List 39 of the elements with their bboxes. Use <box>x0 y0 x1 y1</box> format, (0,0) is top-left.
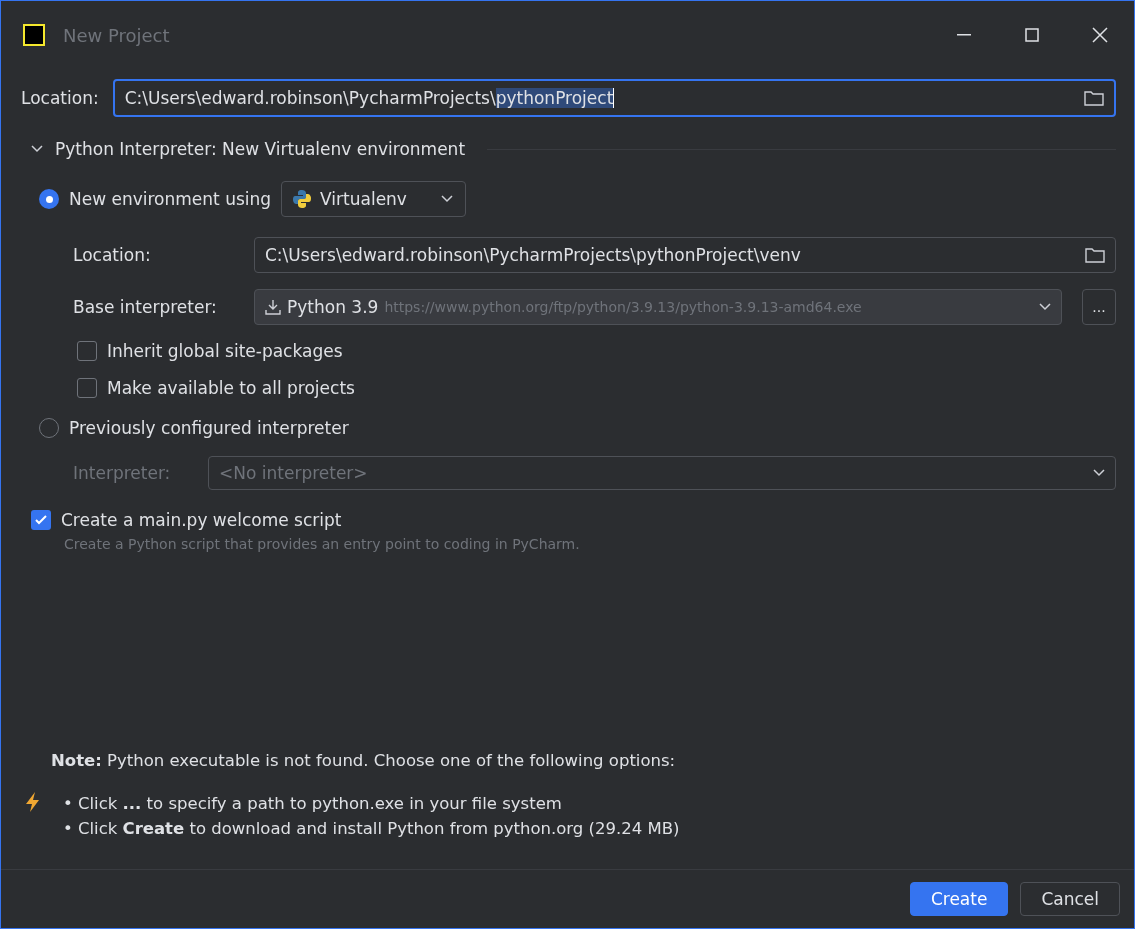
radio-label: Previously configured interpreter <box>69 418 349 438</box>
folder-icon[interactable] <box>1084 90 1104 106</box>
description-text: Create a Python script that provides an entry point to coding in PyCharm. <box>64 536 581 552</box>
environment-dropdown[interactable]: Virtualenv <box>281 181 466 217</box>
close-icon <box>1092 27 1108 43</box>
checkbox-label: Make available to all projects <box>107 378 355 398</box>
field-label: Location: <box>73 245 152 265</box>
field-label: Base interpreter: <box>73 297 218 317</box>
location-field[interactable]: C:\Users\edward.robinson\PycharmProjects\pythonProject <box>112 79 1116 117</box>
checkbox[interactable] <box>77 378 97 398</box>
section-header[interactable]: Python Interpreter: New Virtualenv environment <box>21 139 466 159</box>
window-title: New Project <box>63 24 171 46</box>
field-label: Location: <box>21 88 99 108</box>
chevron-down-icon <box>1039 303 1051 311</box>
python-logo-icon <box>292 189 313 209</box>
venv-location-field[interactable]: C:\Users\edward.robinson\PycharmProjects\pythonProject\venv <box>254 237 1116 273</box>
field-label: Interpreter: <box>73 463 172 483</box>
chevron-down-icon <box>440 195 453 203</box>
checkbox-label: Create a main.py welcome script <box>61 510 342 530</box>
note-bullet: • Click ... to specify a path to python.exe in your file system <box>63 793 563 815</box>
checkbox[interactable] <box>31 510 51 530</box>
folder-icon[interactable] <box>1085 247 1105 263</box>
chevron-down-icon <box>31 145 43 153</box>
note-text: Note: Python executable is not found. Choose one of the following options: <box>51 750 677 772</box>
radio-button[interactable] <box>39 189 59 209</box>
chevron-down-icon <box>1093 469 1105 477</box>
checkbox-label: Inherit global site-packages <box>107 341 343 361</box>
base-interpreter-dropdown[interactable]: Python 3.9 https://www.python.org/ftp/python/3.9.13/python-3.9.13-amd64.exe <box>254 289 1062 325</box>
note-bullet: • Click Create to download and install Python from python.org (29.24 MB) <box>63 818 680 840</box>
browse-button[interactable]: ... <box>1082 289 1116 325</box>
radio-label: New environment using <box>69 189 272 209</box>
checkbox[interactable] <box>77 341 97 361</box>
download-icon <box>265 299 281 315</box>
create-button[interactable]: Create <box>909 882 1009 916</box>
minimize-icon <box>957 34 971 36</box>
check-icon <box>35 515 47 525</box>
maximize-icon <box>1025 28 1039 42</box>
app-logo-icon <box>23 24 45 46</box>
cancel-button[interactable]: Cancel <box>1020 882 1120 916</box>
